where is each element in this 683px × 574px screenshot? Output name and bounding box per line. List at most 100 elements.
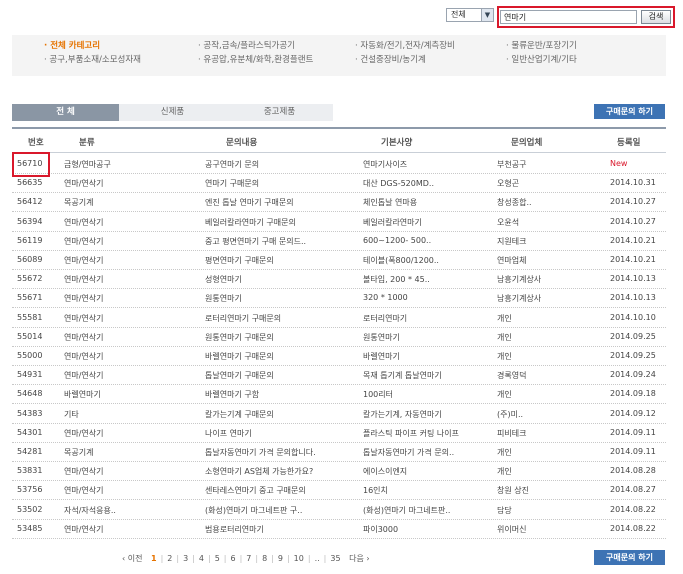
row-inquiry[interactable]: 나이프 연마기 — [205, 428, 355, 439]
buy-inquiry-button-bottom[interactable]: 구매문의 하기 — [594, 550, 665, 565]
row-company: 개인 — [497, 352, 512, 361]
category-all[interactable]: · 전체 카테고리 — [44, 39, 100, 51]
row-spec: 목재 톱기계 톱날연마기 — [363, 371, 442, 381]
pager-page[interactable]: .. — [315, 554, 320, 563]
row-inquiry[interactable]: 소형연마기 AS업체 가능한가요? — [205, 466, 355, 477]
row-inquiry[interactable]: 칼가는기계 구매문의 — [205, 409, 355, 420]
category-tools[interactable]: · 공구,부품소재/소모성자재 — [44, 53, 141, 65]
row-inquiry[interactable]: 연마기 구매문의 — [205, 178, 355, 189]
row-inquiry[interactable]: 베일러칼라연마기 구매문의 — [205, 217, 355, 228]
pager-page[interactable]: 10 — [294, 554, 304, 563]
row-inquiry[interactable]: 바렐연마기 구매문의 — [205, 351, 355, 362]
row-inquiry[interactable]: 바렐연마기 구함 — [205, 389, 355, 400]
pager-page[interactable]: 8 — [262, 554, 267, 563]
table-row[interactable]: 55000 연마/연삭기 바렐연마기 구매문의 바렐연마기 개인 2014.09.25 — [12, 347, 666, 366]
table-row[interactable]: 55581 연마/연삭기 로터리연마기 구매문의 로터리연마기 개인 2014.10.10 — [12, 309, 666, 328]
header-date: 등록일 — [617, 138, 641, 148]
table-top-border — [12, 127, 666, 129]
row-category: 자석/자석응용.. — [64, 505, 116, 515]
row-inquiry[interactable]: 센타레스연마기 중고 구매문의 — [205, 485, 355, 496]
category-machining[interactable]: · 공작,금속/플라스틱가공기 — [198, 39, 295, 51]
category-construction[interactable]: · 건설중장비/농기계 — [355, 53, 426, 65]
row-inquiry[interactable]: 로터리연마기 구매문의 — [205, 313, 355, 324]
row-inquiry[interactable]: 톱날자동연마기 가격 문의합니다. — [205, 447, 355, 458]
row-inquiry[interactable]: 공구연마기 문의 — [205, 159, 355, 170]
table-row[interactable]: 53756 연마/연삭기 센타레스연마기 중고 구매문의 16인치 창원 상진 2014.… — [12, 481, 666, 501]
row-inquiry[interactable]: 성형연마기 — [205, 274, 355, 285]
table-row[interactable]: 55672 연마/연삭기 성형연마기 볼타입, 200 * 45.. 남흥기계상사 201… — [12, 270, 666, 290]
table-row[interactable]: 54281 목공기계 톱날자동연마기 가격 문의합니다. 톱날자동연마기 가격 문의.… — [12, 443, 666, 462]
row-category: 연마/연삭기 — [64, 236, 104, 246]
row-category: 목공기계 — [64, 448, 94, 457]
pager-next[interactable]: 다음 › — [349, 554, 369, 563]
search-input[interactable] — [500, 10, 637, 24]
row-inquiry[interactable]: 원통연마기 — [205, 293, 355, 304]
row-inquiry[interactable]: (화성)연마기 마그네트판 구.. — [205, 505, 355, 516]
row-date: 2014.10.21 — [610, 235, 656, 245]
pager-page[interactable]: 9 — [278, 554, 283, 563]
pager-page[interactable]: 1 — [151, 554, 157, 563]
row-number: 56119 — [17, 235, 43, 245]
pager-page[interactable]: 2 — [167, 554, 172, 563]
tab-all[interactable]: 전 체 — [12, 104, 119, 121]
row-company: (주)미.. — [497, 409, 524, 419]
pager-page[interactable]: 5 — [215, 554, 220, 563]
row-spec: 바렐연마기 — [363, 352, 400, 361]
table-row[interactable]: 56710 금형/연마공구 공구연마기 문의 연마기사이즈 부천공구 New — [12, 155, 666, 174]
row-spec: 톱날자동연마기 가격 문의.. — [363, 448, 455, 457]
row-inquiry[interactable]: 엔진 톱날 연마기 구매문의 — [205, 197, 355, 208]
row-company: 개인 — [497, 448, 512, 457]
row-inquiry[interactable]: 중고 평면연마기 구매 문의드.. — [205, 236, 355, 247]
search-button[interactable]: 검색 — [641, 10, 671, 24]
table-row[interactable]: 53485 연마/연삭기 범용로터리연마기 파이3000 위이머신 2014.08.22 — [12, 520, 666, 539]
table-row[interactable]: 53831 연마/연삭기 소형연마기 AS업체 가능한가요? 에이스이엔지 개인 2014… — [12, 462, 666, 482]
table-row[interactable]: 54301 연마/연삭기 나이프 연마기 플라스틱 파이프 커팅 나이프 피비테크 201… — [12, 424, 666, 443]
table-row[interactable]: 54383 기타 칼가는기계 구매문의 칼가는기계, 자동연마기 (주)미.. 2014.… — [12, 405, 666, 424]
row-number: 54301 — [17, 427, 43, 437]
table-row[interactable]: 56394 연마/연삭기 베일러칼라연마기 구매문의 베일러칼라연마기 오윤석 2014.… — [12, 213, 666, 232]
row-number: 55000 — [17, 351, 43, 360]
row-number: 53485 — [17, 523, 43, 533]
tab-new-product[interactable]: 신제품 — [119, 104, 226, 121]
pager-page[interactable]: 4 — [199, 554, 204, 563]
pager-page[interactable]: 3 — [183, 554, 188, 563]
row-number: 56089 — [17, 255, 43, 264]
header-company: 문의업체 — [511, 138, 543, 148]
row-number: 54281 — [17, 447, 43, 456]
table-row[interactable]: 56119 연마/연삭기 중고 평면연마기 구매 문의드.. 600~1200- 50… — [12, 232, 666, 251]
table-row[interactable]: 55671 연마/연삭기 원통연마기 320 * 1000 남흥기계상사 2014.10.… — [12, 289, 666, 309]
row-category: 연마/연삭기 — [64, 428, 104, 438]
tab-used-product[interactable]: 중고제품 — [226, 104, 333, 121]
buy-inquiry-button-top[interactable]: 구매문의 하기 — [594, 104, 665, 119]
pager-prev[interactable]: ‹ 이전 — [122, 554, 142, 563]
row-inquiry[interactable]: 원통연마기 구매문의 — [205, 332, 355, 343]
row-inquiry[interactable]: 톱날연마기 구매문의 — [205, 370, 355, 381]
pager-page[interactable]: 35 — [330, 554, 340, 563]
table-row[interactable]: 53502 자석/자석응용.. (화성)연마기 마그네트판 구.. (화성)연마기 마… — [12, 501, 666, 520]
pager-page[interactable]: 6 — [230, 554, 235, 563]
row-category: 연마/연삭기 — [64, 524, 104, 534]
table-row[interactable]: 56089 연마/연삭기 평면연마기 구매문의 테이블(폭800/1200.. 연마업체… — [12, 251, 666, 270]
row-inquiry[interactable]: 평면연마기 구매문의 — [205, 255, 355, 266]
pager-separator: | — [255, 554, 259, 563]
row-date: New — [610, 159, 628, 168]
row-inquiry[interactable]: 범용로터리연마기 — [205, 524, 355, 535]
search-scope-select[interactable]: 전체 ▼ — [446, 8, 494, 22]
category-automation[interactable]: · 자동화/전기,전자/계측장비 — [355, 39, 455, 51]
category-hydraulics[interactable]: · 유공압,유분체/화학,환경플랜트 — [198, 53, 313, 65]
table-row[interactable]: 56412 목공기계 엔진 톱날 연마기 구매문의 체인톱날 연마용 창성종합.. 201… — [12, 193, 666, 213]
header-inquiry: 문의내용 — [226, 138, 258, 148]
row-company: 지원테크 — [497, 236, 527, 246]
table-row[interactable]: 54648 바렐연마기 바렐연마기 구함 100리터 개인 2014.09.18 — [12, 385, 666, 405]
row-date: 2014.10.31 — [610, 178, 656, 188]
row-company: 남흥기계상사 — [497, 294, 542, 304]
row-date: 2014.08.28 — [610, 466, 656, 476]
chevron-down-icon[interactable]: ▼ — [481, 9, 493, 21]
category-logistics[interactable]: · 물류운반/포장기기 — [506, 39, 577, 51]
table-row[interactable]: 56635 연마/연삭기 연마기 구매문의 대산 DGS-520MD.. 오형곤 2014… — [12, 174, 666, 194]
row-date: 2014.08.27 — [610, 485, 656, 495]
table-row[interactable]: 55014 연마/연삭기 원통연마기 구매문의 원통연마기 개인 2014.09.25 — [12, 328, 666, 347]
table-row[interactable]: 54931 연마/연삭기 톱날연마기 구매문의 목재 톱기계 톱날연마기 경록영덕 201… — [12, 366, 666, 386]
category-general[interactable]: · 일반산업기계/기타 — [506, 53, 577, 65]
pager-page[interactable]: 7 — [246, 554, 251, 563]
